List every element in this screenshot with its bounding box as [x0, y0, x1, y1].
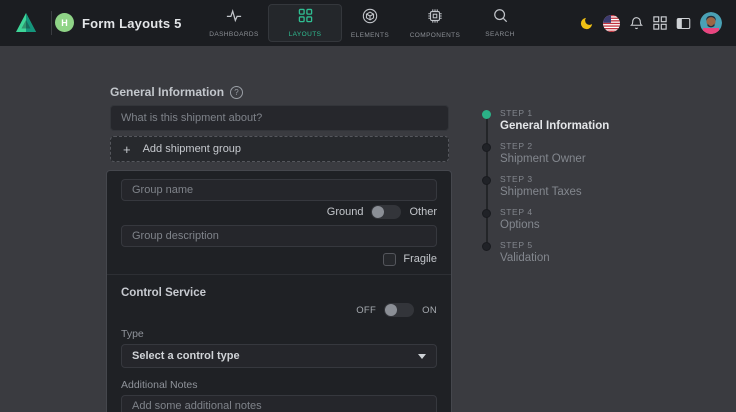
menu-label: LAYOUTS [289, 31, 322, 38]
section-heading-text: General Information [110, 85, 224, 99]
stepper-step-4[interactable]: STEP 4 Options [482, 207, 609, 233]
menu-item-components[interactable]: COMPONENTS [398, 0, 472, 46]
ground-other-toggle[interactable] [371, 205, 401, 219]
add-shipment-group-button[interactable]: + Add shipment group [110, 136, 449, 162]
app-logo-icon[interactable] [15, 12, 37, 33]
step-dot [482, 143, 491, 152]
menu-item-search[interactable]: SEARCH [472, 0, 528, 46]
fragile-checkbox[interactable] [383, 253, 396, 266]
avatar[interactable] [700, 12, 722, 34]
navbar-divider [51, 11, 52, 35]
step-label: STEP 1 [500, 108, 609, 119]
top-navbar: H Form Layouts 5 DASHBOARDS [0, 0, 736, 46]
step-dot [482, 242, 491, 251]
navbar-actions [579, 0, 722, 46]
context-badge[interactable]: H [55, 13, 74, 32]
grid-icon [298, 8, 313, 28]
menu-label: ELEMENTS [351, 32, 389, 39]
stepper-step-3[interactable]: STEP 3 Shipment Taxes [482, 174, 609, 200]
additional-notes-label: Additional Notes [121, 379, 437, 391]
apps-icon[interactable] [653, 16, 667, 30]
group-name-input[interactable] [121, 179, 437, 201]
card-divider [107, 274, 451, 275]
cube-icon [362, 8, 378, 29]
toggle-knob [385, 304, 397, 316]
fragile-label: Fragile [403, 253, 437, 265]
bell-icon[interactable] [629, 16, 644, 31]
chip-icon [427, 8, 443, 29]
toggle-knob [372, 206, 384, 218]
stepper-step-1[interactable]: STEP 1 General Information [482, 108, 609, 134]
control-service-label: Control Service [121, 287, 437, 299]
fragile-row: Fragile [121, 252, 437, 266]
step-label: STEP 3 [500, 174, 609, 185]
shipment-group-card: Ground Other Fragile Control Service OFF… [106, 170, 452, 412]
form-layouts-page: H Form Layouts 5 DASHBOARDS [0, 0, 736, 412]
step-title: Options [500, 218, 609, 233]
menu-item-elements[interactable]: ELEMENTS [342, 0, 398, 46]
control-type-value: Select a control type [132, 350, 240, 362]
step-dot [482, 209, 491, 218]
step-label: STEP 2 [500, 141, 609, 152]
search-icon [493, 8, 508, 28]
control-service-toggle[interactable] [384, 303, 414, 317]
off-label: OFF [356, 305, 376, 316]
step-label: STEP 4 [500, 207, 609, 218]
stepper-step-2[interactable]: STEP 2 Shipment Owner [482, 141, 609, 167]
wizard-stepper: STEP 1 General Information STEP 2 Shipme… [482, 108, 609, 273]
step-dot [482, 110, 491, 119]
stepper-step-5[interactable]: STEP 5 Validation [482, 240, 609, 266]
chevron-down-icon [418, 354, 426, 359]
step-title: General Information [500, 119, 609, 134]
control-service-toggle-row: OFF ON [121, 303, 437, 317]
section-heading: General Information ? [110, 85, 243, 99]
step-title: Shipment Taxes [500, 185, 609, 200]
step-dot [482, 176, 491, 185]
menu-label: DASHBOARDS [209, 31, 259, 38]
menu-label: SEARCH [485, 31, 515, 38]
ground-other-toggle-row: Ground Other [121, 205, 437, 219]
moon-icon[interactable] [579, 16, 594, 31]
shipment-about-input[interactable] [110, 105, 449, 131]
step-title: Shipment Owner [500, 152, 609, 167]
control-type-select[interactable]: Select a control type [121, 344, 437, 368]
additional-notes-input[interactable] [121, 395, 437, 412]
help-icon[interactable]: ? [230, 86, 243, 99]
on-label: ON [422, 305, 437, 316]
group-description-input[interactable] [121, 225, 437, 247]
page-title: Form Layouts 5 [82, 0, 182, 46]
menu-label: COMPONENTS [410, 32, 461, 39]
menu-item-layouts[interactable]: LAYOUTS [268, 4, 342, 42]
menu-item-dashboards[interactable]: DASHBOARDS [200, 0, 268, 46]
us-flag-icon[interactable] [603, 15, 620, 32]
activity-icon [226, 8, 242, 28]
type-label: Type [121, 328, 437, 340]
step-title: Validation [500, 251, 609, 266]
sidebar-toggle-icon[interactable] [676, 16, 691, 31]
main-menu: DASHBOARDS LAYOUTS [200, 0, 528, 46]
plus-icon: + [123, 143, 131, 156]
add-group-label: Add shipment group [143, 143, 241, 155]
toggle-right-label: Other [409, 206, 437, 218]
toggle-left-label: Ground [327, 206, 364, 218]
step-label: STEP 5 [500, 240, 609, 251]
